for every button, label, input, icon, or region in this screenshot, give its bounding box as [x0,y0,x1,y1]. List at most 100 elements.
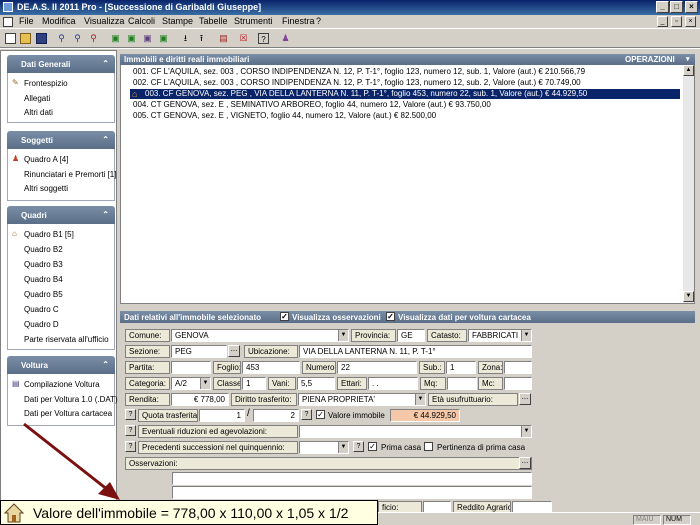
valore-immobile-checkbox[interactable]: ✓ [316,410,325,420]
section-voltura[interactable]: Voltura ⌃ [7,356,115,374]
splitter[interactable] [120,305,695,310]
quota-help-icon[interactable]: ? [125,409,136,420]
sidebar-item-parte-riservata[interactable]: Parte riservata all'ufficio [24,335,109,344]
menu-file[interactable]: File [19,16,34,26]
numero-field[interactable]: 22 [337,361,417,374]
section-quadri[interactable]: Quadri ⌃ [7,206,115,224]
mq-field[interactable] [447,377,477,390]
new-icon[interactable] [5,33,16,44]
list-item[interactable]: 005. CT GENOVA, sez. E , VIGNETO, foglio… [133,111,436,121]
scroll-down-icon[interactable]: ▼ [683,291,694,302]
prima-casa-checkbox[interactable]: ✓ [368,442,377,452]
partita-field[interactable] [171,361,211,374]
list-scrollbar[interactable]: ▲ ▼ [683,65,694,303]
sidebar-item-quadro-b4[interactable]: Quadro B4 [24,275,63,284]
collapse-icon[interactable]: ⌃ [102,360,109,369]
sidebar-item-quadro-b1[interactable]: Quadro B1 [5] [24,230,74,239]
save-icon[interactable] [36,33,47,44]
find-icon[interactable]: ⚲ [56,33,67,44]
sidebar-item-altri-soggetti[interactable]: Altri soggetti [24,184,68,193]
sidebar-item-voltura-cartacea[interactable]: Dati per Voltura cartacea [24,409,112,418]
check-icon[interactable]: ☒ [238,33,249,44]
calculator-icon[interactable]: ▤ [218,33,229,44]
diritto-select[interactable]: PIENA PROPRIETA' ▼ [298,393,426,406]
vani-field[interactable]: 5,5 [297,377,335,390]
quota-num-field[interactable]: 1 [199,409,245,422]
rendita-field[interactable]: € 778,00 [171,393,229,406]
menu-finestra[interactable]: Finestra [282,16,315,26]
find-next-icon[interactable]: ⚲ [72,33,83,44]
sezione-browse-button[interactable]: ... [228,345,240,357]
classe-field[interactable]: 1 [242,377,266,390]
riduzioni-select[interactable]: ▼ [299,425,532,438]
prima-casa-help-icon[interactable]: ? [353,441,364,452]
scroll-up-icon[interactable]: ▲ [683,65,694,76]
menu-tabelle[interactable]: Tabelle [199,16,228,26]
comune-select[interactable]: GENOVA ▼ [171,329,349,342]
mc-field[interactable] [504,377,532,390]
sidebar-item-quadro-b2[interactable]: Quadro B2 [24,245,63,254]
ettari-field[interactable]: . . [368,377,418,390]
provincia-field[interactable]: GE [397,329,425,342]
sidebar-item-rinunciatari[interactable]: Rinunciatari e Premorti [1] [24,170,116,179]
sezione-field[interactable]: PEG [171,345,227,358]
chevron-down-icon[interactable]: ▼ [338,442,348,453]
move-down-icon[interactable]: ⭳ [180,33,191,44]
replace-icon[interactable]: ⚲ [88,33,99,44]
print-preview-icon[interactable]: ▣ [110,33,121,44]
menu-calcoli[interactable]: Calcoli [128,16,155,26]
open-icon[interactable] [20,33,31,44]
osservazioni-line-2[interactable] [172,486,532,499]
sidebar-item-frontespizio[interactable]: Frontespizio [24,79,68,88]
operations-menu[interactable]: OPERAZIONI [625,55,675,64]
chevron-down-icon[interactable]: ▼ [415,394,425,405]
collapse-icon[interactable]: ⌃ [102,59,109,68]
print-icon[interactable]: ▣ [126,33,137,44]
eta-browse-button[interactable]: ... [519,393,531,405]
collapse-icon[interactable]: ⌃ [102,135,109,144]
mdi-close-button[interactable]: × [685,16,696,27]
vis-osservazioni-checkbox[interactable]: ✓ [280,312,289,322]
maximize-button[interactable]: □ [670,1,683,13]
print-all-icon[interactable]: ▣ [158,33,169,44]
sidebar-item-compilazione-voltura[interactable]: Compilazione Voltura [24,380,100,389]
foglio-field[interactable]: 453 [242,361,300,374]
section-soggetti[interactable]: Soggetti ⌃ [7,131,115,149]
pertinenza-checkbox[interactable] [424,442,433,452]
mdi-minimize-button[interactable]: _ [657,16,668,27]
quota-den-field[interactable]: 2 [253,409,299,422]
sidebar-item-quadro-d[interactable]: Quadro D [24,320,59,329]
list-item[interactable]: 001. CF L'AQUILA, sez. 003 , CORSO INDIP… [133,67,585,77]
sidebar-item-quadro-b5[interactable]: Quadro B5 [24,290,63,299]
vis-voltura-checkbox[interactable]: ✓ [386,312,395,322]
list-item-selected[interactable]: 003. CF GENOVA, sez. PEG , VIA DELLA LAN… [130,89,680,99]
minimize-button[interactable]: _ [656,1,669,13]
menu-stampe[interactable]: Stampe [162,16,193,26]
precedenti-select[interactable]: ▼ [299,441,349,454]
move-up-icon[interactable]: ⭱ [196,33,207,44]
sidebar-item-allegati[interactable]: Allegati [24,94,50,103]
chevron-down-icon[interactable]: ▼ [521,426,531,437]
menu-visualizza[interactable]: Visualizza [84,16,124,26]
sidebar-item-quadro-c[interactable]: Quadro C [24,305,59,314]
sidebar-item-quadro-a[interactable]: Quadro A [4] [24,155,68,164]
chevron-down-icon[interactable]: ▾ [686,55,690,63]
chevron-down-icon[interactable]: ▼ [521,330,531,341]
sidebar-item-voltura-dat[interactable]: Dati per Voltura 1.0 (.DAT) [24,395,118,404]
print-setup-icon[interactable]: ▣ [142,33,153,44]
sub-field[interactable]: 1 [446,361,476,374]
zona-field[interactable] [504,361,532,374]
collapse-icon[interactable]: ⌃ [102,210,109,219]
list-item[interactable]: 004. CT GENOVA, sez. E , SEMINATIVO ARBO… [133,100,491,110]
section-dati-generali[interactable]: Dati Generali ⌃ [7,55,115,73]
osservazioni-line-1[interactable] [172,472,532,485]
osservazioni-browse-button[interactable]: ... [519,457,531,469]
ubicazione-field[interactable]: VIA DELLA LANTERNA N. 11, P. T-1° [299,345,532,358]
sidebar-item-quadro-b3[interactable]: Quadro B3 [24,260,63,269]
menu-strumenti[interactable]: Strumenti [234,16,273,26]
close-button[interactable]: × [685,1,698,13]
list-item[interactable]: 002. CF L'AQUILA, sez. 003 , CORSO INDIP… [133,78,581,88]
menu-help[interactable]: ? [316,16,321,26]
users-icon[interactable]: ♟ [280,33,291,44]
categoria-select[interactable]: A/2 ▼ [171,377,211,390]
